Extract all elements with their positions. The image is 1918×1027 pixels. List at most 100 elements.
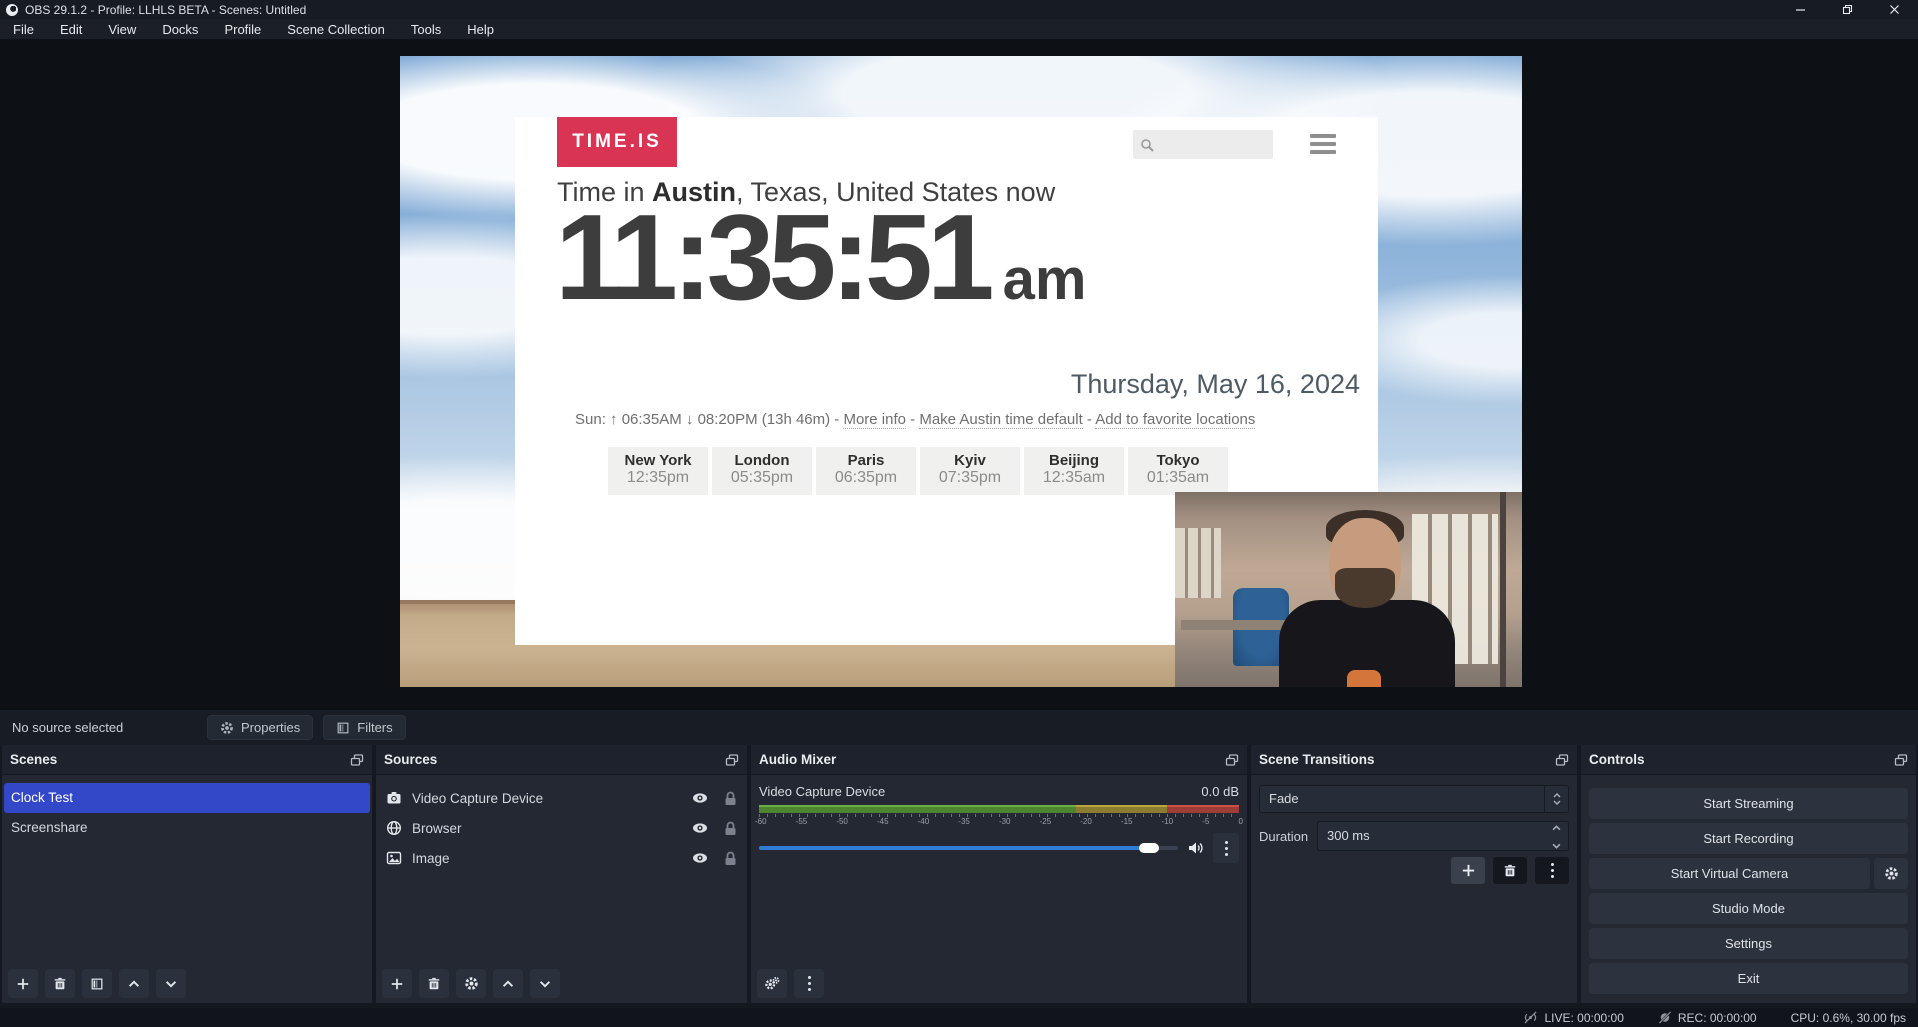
menu-profile[interactable]: Profile xyxy=(211,20,274,39)
properties-button[interactable]: Properties xyxy=(207,715,313,740)
chevron-up-icon[interactable] xyxy=(1552,825,1561,831)
visibility-eye-icon[interactable] xyxy=(692,850,708,866)
studio-mode-button[interactable]: Studio Mode xyxy=(1589,893,1908,924)
person-beard xyxy=(1335,568,1395,608)
scene-filters-button[interactable] xyxy=(82,969,112,998)
tick-label: -35 xyxy=(958,817,970,826)
popout-icon[interactable] xyxy=(350,753,364,767)
tick-label: -55 xyxy=(796,817,808,826)
date-display: Thursday, May 16, 2024 xyxy=(1071,369,1360,400)
remove-scene-button[interactable] xyxy=(45,969,75,998)
source-row-image[interactable]: Image xyxy=(376,843,747,873)
chevron-down-icon xyxy=(1553,800,1561,805)
city-tokyo[interactable]: Tokyo 01:35am xyxy=(1128,447,1228,495)
scene-transitions-panel: Scene Transitions Fade Duration 300 ms xyxy=(1251,745,1577,1003)
virtual-camera-config-button[interactable] xyxy=(1874,858,1908,889)
webcam-background xyxy=(1175,528,1221,598)
add-source-button[interactable] xyxy=(382,969,412,998)
advanced-audio-button[interactable] xyxy=(757,969,787,998)
tick-label: -60 xyxy=(755,817,767,826)
menu-file[interactable]: File xyxy=(0,20,47,39)
lock-icon[interactable] xyxy=(724,791,737,806)
popout-icon[interactable] xyxy=(725,753,739,767)
visibility-eye-icon[interactable] xyxy=(692,790,708,806)
search-input[interactable] xyxy=(1159,137,1259,152)
scene-canvas[interactable]: TIME.IS Time in Austin, Texas, United St… xyxy=(400,56,1522,687)
minimize-button[interactable] xyxy=(1777,0,1824,19)
source-label: Image xyxy=(412,851,692,866)
lock-icon[interactable] xyxy=(724,821,737,836)
mixer-channel-row: Video Capture Device 0.0 dB xyxy=(751,775,1247,803)
settings-button[interactable]: Settings xyxy=(1589,928,1908,959)
city-paris[interactable]: Paris 06:35pm xyxy=(816,447,916,495)
more-info-link[interactable]: More info xyxy=(843,411,906,429)
transition-select[interactable]: Fade xyxy=(1259,785,1569,813)
city-time: 12:35am xyxy=(1024,469,1124,487)
mixer-channel-menu-button[interactable] xyxy=(1213,833,1239,863)
start-recording-button[interactable]: Start Recording xyxy=(1589,823,1908,854)
transition-properties-button[interactable] xyxy=(1535,857,1569,884)
remove-transition-button[interactable] xyxy=(1493,857,1527,884)
volume-slider-fill xyxy=(759,846,1149,850)
menu-view[interactable]: View xyxy=(95,20,149,39)
mixer-toolbar xyxy=(757,969,824,998)
move-scene-up-button[interactable] xyxy=(119,969,149,998)
city-london[interactable]: London 05:35pm xyxy=(712,447,812,495)
make-default-link[interactable]: Make Austin time default xyxy=(919,411,1082,429)
chevron-down-icon[interactable] xyxy=(1552,843,1561,849)
start-streaming-button[interactable]: Start Streaming xyxy=(1589,788,1908,819)
filters-label: Filters xyxy=(357,720,392,735)
scene-item-clock-test[interactable]: Clock Test xyxy=(4,783,370,813)
volume-slider-handle[interactable] xyxy=(1139,843,1159,853)
add-favorite-link[interactable]: Add to favorite locations xyxy=(1095,411,1255,429)
source-row-browser[interactable]: Browser xyxy=(376,813,747,843)
scene-list: Clock Test Screenshare xyxy=(2,775,372,843)
city-kyiv[interactable]: Kyiv 07:35pm xyxy=(920,447,1020,495)
timeis-search-box[interactable] xyxy=(1133,130,1273,159)
visibility-eye-icon[interactable] xyxy=(692,820,708,836)
duration-spinbox[interactable]: 300 ms xyxy=(1317,821,1569,851)
menu-scene-collection[interactable]: Scene Collection xyxy=(274,20,398,39)
transitions-buttons xyxy=(1451,857,1569,884)
sources-toolbar xyxy=(382,969,560,998)
webcam-overlay[interactable] xyxy=(1175,492,1522,687)
exit-button[interactable]: Exit xyxy=(1589,963,1908,994)
webcam-person xyxy=(1271,502,1461,687)
move-scene-down-button[interactable] xyxy=(156,969,186,998)
menu-docks[interactable]: Docks xyxy=(149,20,211,39)
hamburger-menu-icon[interactable] xyxy=(1310,134,1336,154)
speaker-icon[interactable] xyxy=(1187,840,1204,856)
source-properties-button[interactable] xyxy=(456,969,486,998)
city-beijing[interactable]: Beijing 12:35am xyxy=(1024,447,1124,495)
volume-slider[interactable] xyxy=(759,846,1178,850)
search-icon xyxy=(1133,137,1159,153)
remove-source-button[interactable] xyxy=(419,969,449,998)
menu-help[interactable]: Help xyxy=(454,20,507,39)
move-source-down-button[interactable] xyxy=(530,969,560,998)
tick-label: 0 xyxy=(1238,817,1242,826)
trash-icon xyxy=(427,977,441,991)
restore-button[interactable] xyxy=(1824,0,1871,19)
start-virtual-camera-button[interactable]: Start Virtual Camera xyxy=(1589,858,1870,889)
scene-item-screenshare[interactable]: Screenshare xyxy=(2,813,372,843)
popout-icon[interactable] xyxy=(1225,753,1239,767)
source-label: Video Capture Device xyxy=(412,791,692,806)
add-scene-button[interactable] xyxy=(8,969,38,998)
add-transition-button[interactable] xyxy=(1451,857,1485,884)
source-row-video-capture[interactable]: Video Capture Device xyxy=(376,783,747,813)
live-timer: LIVE: 00:00:00 xyxy=(1544,1011,1623,1025)
city-time: 12:35pm xyxy=(608,469,708,487)
menu-edit[interactable]: Edit xyxy=(47,20,95,39)
filters-button[interactable]: Filters xyxy=(323,715,405,740)
popout-icon[interactable] xyxy=(1894,753,1908,767)
timeis-logo[interactable]: TIME.IS xyxy=(557,117,677,167)
close-button[interactable] xyxy=(1871,0,1918,19)
clock-time: 11:35:51 xyxy=(555,189,989,325)
move-source-up-button[interactable] xyxy=(493,969,523,998)
clock-display: 11:35:51am xyxy=(555,187,1086,327)
popout-icon[interactable] xyxy=(1555,753,1569,767)
menu-tools[interactable]: Tools xyxy=(398,20,454,39)
city-new-york[interactable]: New York 12:35pm xyxy=(608,447,708,495)
lock-icon[interactable] xyxy=(724,851,737,866)
mixer-menu-button[interactable] xyxy=(794,969,824,998)
